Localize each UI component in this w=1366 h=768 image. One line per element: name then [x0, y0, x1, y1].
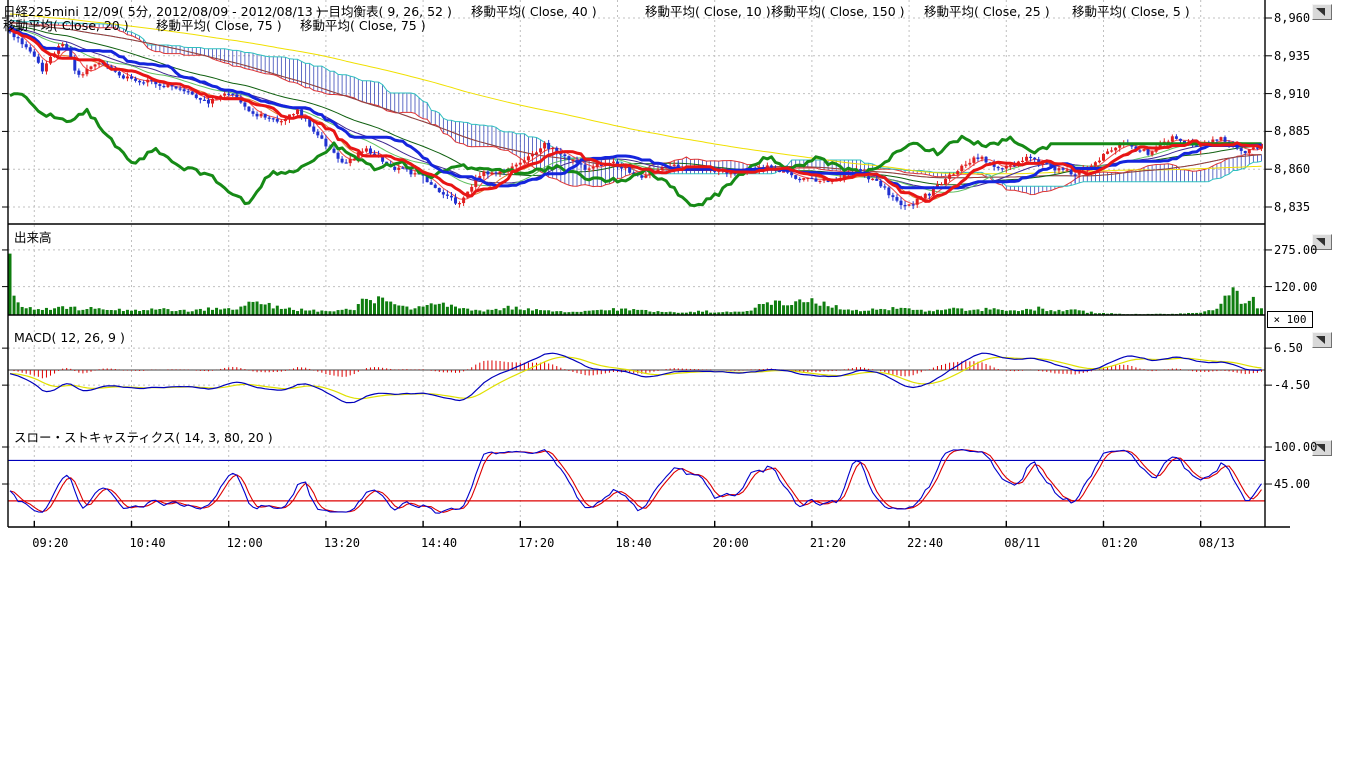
price-panel-scroll-button[interactable] — [1312, 4, 1332, 20]
time-axis-label: 08/11 — [1004, 536, 1040, 550]
time-axis-label: 22:40 — [907, 536, 943, 550]
time-axis-label: 10:40 — [129, 536, 165, 550]
legend-item: 移動平均( Close, 10 ) — [645, 1, 771, 20]
price-axis-label: 8,910 — [1274, 87, 1310, 101]
price-axis-label: 8,860 — [1274, 162, 1310, 176]
macd-panel-scroll-button[interactable] — [1312, 332, 1332, 348]
price-axis-label: 8,960 — [1274, 11, 1310, 25]
chart-svg — [0, 0, 1366, 562]
time-axis-label: 17:20 — [518, 536, 554, 550]
stochastics-panel-label: スロー・ストキャスティクス( 14, 3, 80, 20 ) — [14, 427, 273, 446]
time-axis-label: 13:20 — [324, 536, 360, 550]
triangle-icon — [1316, 336, 1325, 344]
volume-multiplier-badge: × 100 — [1267, 311, 1313, 328]
price-axis-label: 8,885 — [1274, 124, 1310, 138]
macd-panel — [8, 353, 1265, 402]
stoch-axis-label: 45.00 — [1274, 477, 1310, 491]
legend-item: 移動平均( Close, 40 ) — [471, 1, 597, 20]
volume-axis-label: 120.00 — [1274, 280, 1317, 294]
legend-item: 移動平均( Close, 75 ) — [300, 15, 426, 34]
time-axis-label: 18:40 — [615, 536, 651, 550]
volume-axis-label: 275.00 — [1274, 243, 1317, 257]
macd-axis-label: -4.50 — [1274, 378, 1310, 392]
time-axis-label: 01:20 — [1101, 536, 1137, 550]
trading-chart-window: 日経225mini 12/09( 5分, 2012/08/09 - 2012/0… — [0, 0, 1366, 768]
chart-canvas — [0, 0, 1366, 562]
macd-axis-label: 6.50 — [1274, 341, 1303, 355]
legend-item: 移動平均( Close, 150 ) — [771, 1, 905, 20]
time-axis-label: 14:40 — [421, 536, 457, 550]
time-axis-label: 08/13 — [1199, 536, 1235, 550]
volume-panel-label: 出来高 — [14, 227, 52, 246]
legend-item: 移動平均( Close, 25 ) — [924, 1, 1050, 20]
legend-item: 移動平均( Close, 5 ) — [1072, 1, 1190, 20]
price-axis-label: 8,935 — [1274, 49, 1310, 63]
time-axis-label: 09:20 — [32, 536, 68, 550]
volume-bars — [9, 254, 1263, 315]
legend-item: 移動平均( Close, 75 ) — [156, 15, 282, 34]
price-axis-label: 8,835 — [1274, 200, 1310, 214]
macd-panel-label: MACD( 12, 26, 9 ) — [14, 330, 125, 345]
triangle-icon — [1316, 8, 1325, 16]
time-axis-label: 12:00 — [227, 536, 263, 550]
stoch-axis-label: 100.00 — [1274, 440, 1317, 454]
time-axis-label: 21:20 — [810, 536, 846, 550]
time-axis-label: 20:00 — [713, 536, 749, 550]
stochastics-panel — [8, 450, 1265, 514]
legend-item: 移動平均( Close, 20 ) — [3, 15, 129, 34]
